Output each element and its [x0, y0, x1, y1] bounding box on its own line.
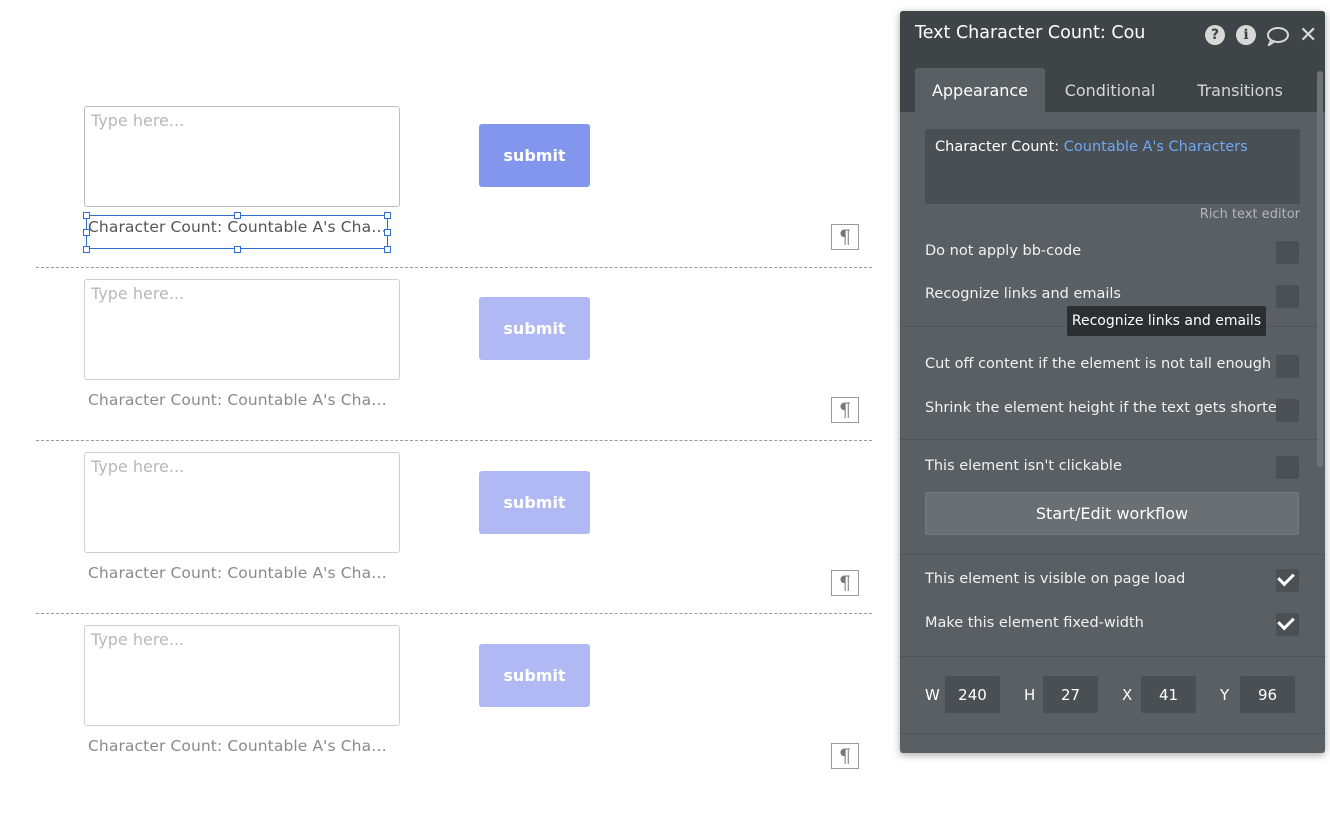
y-input[interactable]: 96: [1240, 676, 1295, 713]
close-icon[interactable]: ✕: [1299, 23, 1317, 48]
check-icon: [1277, 612, 1295, 631]
submit-button[interactable]: submit: [479, 297, 590, 360]
resize-handle-bl[interactable]: [83, 246, 90, 253]
property-editor-panel: Text Character Count: Cou ? i ✕ Appearan…: [900, 11, 1325, 753]
section-separator: [900, 554, 1325, 555]
option-visible-checkbox[interactable]: [1276, 568, 1299, 592]
start-edit-workflow-button[interactable]: Start/Edit workflow: [925, 492, 1299, 535]
resize-handle-tm[interactable]: [234, 212, 241, 219]
option-fixed-width-label: Make this element fixed-width: [925, 615, 1144, 631]
panel-header[interactable]: Text Character Count: Cou ? i ✕: [900, 11, 1325, 59]
character-count-text[interactable]: Character Count: Countable A's Character…: [88, 735, 388, 757]
comment-icon[interactable]: [1266, 26, 1290, 46]
y-label: Y: [1220, 686, 1230, 704]
section-separator: [900, 656, 1325, 657]
input-placeholder: Type here...: [91, 630, 185, 649]
pilcrow-icon[interactable]: ¶: [831, 224, 859, 250]
option-visible-label: This element is visible on page load: [925, 571, 1186, 587]
option-no-bbcode-label: Do not apply bb-code: [925, 243, 1082, 259]
pilcrow-icon[interactable]: ¶: [831, 397, 859, 423]
tooltip: Recognize links and emails: [1067, 306, 1266, 336]
option-cut-off-checkbox[interactable]: [1276, 355, 1299, 378]
width-label: W: [925, 686, 940, 704]
resize-handle-tl[interactable]: [83, 212, 90, 219]
input-placeholder: Type here...: [91, 284, 185, 303]
option-shrink-checkbox[interactable]: [1276, 399, 1299, 422]
option-not-clickable-checkbox[interactable]: [1276, 456, 1299, 479]
info-icon[interactable]: i: [1236, 25, 1256, 45]
help-icon[interactable]: ?: [1205, 25, 1225, 45]
option-recognize-links-label: Recognize links and emails: [925, 286, 1121, 302]
resize-handle-br[interactable]: [384, 246, 391, 253]
resize-handle-bm[interactable]: [234, 246, 241, 253]
multiline-input[interactable]: Type here...: [84, 625, 400, 726]
character-count-text[interactable]: Character Count: Countable A's Character…: [88, 389, 388, 411]
resize-handle-tr[interactable]: [384, 212, 391, 219]
option-cut-off-label: Cut off content if the element is not ta…: [925, 356, 1272, 372]
multiline-input[interactable]: Type here...: [84, 279, 400, 380]
option-fixed-width-checkbox[interactable]: [1276, 612, 1299, 636]
multiline-input[interactable]: Type here...: [84, 452, 400, 553]
character-count-text[interactable]: Character Count: Countable A's Character…: [88, 562, 388, 584]
tab-appearance[interactable]: Appearance: [915, 68, 1045, 112]
height-label: H: [1024, 686, 1036, 704]
section-separator: [900, 733, 1325, 734]
rich-text-field[interactable]: Character Count: Countable A's Character…: [925, 129, 1300, 204]
panel-title: Text Character Count: Cou: [915, 23, 1146, 43]
rich-text-editor-link[interactable]: Rich text editor: [1200, 207, 1300, 222]
section-separator: [900, 439, 1325, 440]
row-divider: [36, 440, 872, 441]
option-not-clickable-label: This element isn't clickable: [925, 458, 1122, 474]
input-placeholder: Type here...: [91, 457, 185, 476]
pilcrow-icon[interactable]: ¶: [831, 743, 859, 769]
option-no-bbcode-checkbox[interactable]: [1276, 241, 1299, 264]
rich-text-static: Character Count:: [935, 139, 1064, 155]
resize-handle-mr[interactable]: [384, 229, 391, 236]
x-label: X: [1122, 686, 1133, 704]
submit-button[interactable]: submit: [479, 644, 590, 707]
rich-text-dynamic-expression[interactable]: Countable A's Characters: [1064, 139, 1248, 155]
height-input[interactable]: 27: [1043, 676, 1098, 713]
panel-scrollbar[interactable]: [1317, 71, 1323, 467]
row-divider: [36, 613, 872, 614]
width-input[interactable]: 240: [945, 676, 1000, 713]
submit-button[interactable]: submit: [479, 471, 590, 534]
repeating-group-row-4: Type here... submit Character Count: Cou…: [0, 0, 880, 769]
resize-handle-ml[interactable]: [83, 229, 90, 236]
selection-outline: [86, 215, 388, 249]
option-recognize-links-checkbox[interactable]: [1276, 285, 1299, 308]
pilcrow-icon[interactable]: ¶: [831, 570, 859, 596]
panel-tabs: Appearance Conditional Transitions: [900, 59, 1325, 112]
option-shrink-label: Shrink the element height if the text ge…: [925, 400, 1283, 416]
tab-conditional[interactable]: Conditional: [1045, 68, 1175, 112]
check-icon: [1277, 568, 1295, 587]
row-divider: [36, 267, 872, 268]
x-input[interactable]: 41: [1141, 676, 1196, 713]
tab-transitions[interactable]: Transitions: [1175, 68, 1305, 112]
